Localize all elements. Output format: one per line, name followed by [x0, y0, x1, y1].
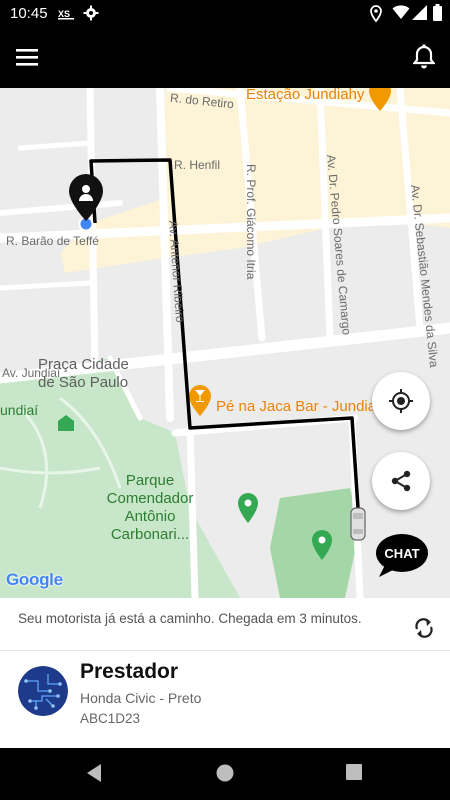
share-icon	[391, 470, 411, 492]
status-time: 10:45	[10, 5, 48, 22]
hamburger-menu-icon[interactable]	[14, 44, 46, 72]
park-label: undiaí	[0, 402, 39, 418]
divider	[0, 650, 450, 651]
street-label: R. Henfil	[174, 158, 221, 172]
app-screen: 10:45 XS R. do Retiro Estação Jundiahy R…	[0, 0, 450, 800]
share-button[interactable]	[372, 452, 430, 510]
car-plate: ABC1D23	[80, 711, 141, 726]
map-background	[0, 88, 450, 598]
park-label-line: Comendador	[106, 490, 194, 507]
recents-square-icon[interactable]	[344, 762, 368, 786]
my-location-button[interactable]	[372, 372, 430, 430]
system-nav-bar	[0, 748, 450, 800]
car-model: Honda Civic - Preto	[80, 690, 202, 706]
crosshair-location-icon	[389, 389, 413, 413]
xs-notification-icon: XS	[58, 7, 76, 25]
place-label: de São Paulo	[38, 374, 129, 391]
svg-text:XS: XS	[58, 9, 70, 19]
map-view[interactable]: R. do Retiro Estação Jundiahy R. Henfil …	[0, 88, 450, 598]
google-logo-text: Google	[6, 570, 63, 589]
place-label: Praça Cidade	[38, 356, 129, 373]
home-circle-icon[interactable]	[214, 762, 238, 786]
app-bar	[0, 28, 450, 88]
bell-icon[interactable]	[410, 42, 438, 72]
park-label-line: Antônio	[124, 508, 176, 525]
driver-name: Prestador	[80, 660, 179, 683]
wifi-icon	[392, 5, 410, 25]
location-icon	[370, 5, 382, 27]
park-label-line: Carbonari...	[110, 526, 190, 543]
street-label: R. Barão de Teffé	[6, 234, 99, 248]
trip-info-panel: Seu motorista já está a caminho. Chegada…	[0, 598, 450, 748]
status-bar: 10:45 XS	[0, 0, 450, 28]
trip-status-message: Seu motorista já está a caminho. Chegada…	[18, 611, 362, 626]
back-triangle-icon[interactable]	[84, 762, 108, 786]
chat-button[interactable]: CHAT	[375, 533, 429, 577]
chat-label: CHAT	[384, 546, 420, 561]
circuit-avatar-icon	[18, 666, 68, 716]
park-label-line: Parque	[125, 472, 175, 489]
google-logo: Google	[6, 570, 63, 590]
refresh-icon[interactable]	[410, 614, 438, 642]
poi-label: Pé na Jaca Bar - Jundiaí	[216, 398, 381, 415]
battery-icon	[433, 4, 442, 26]
gear-icon	[83, 5, 99, 26]
park-label: Parque Comendador Antônio Carbonari...	[100, 472, 200, 544]
poi-label: Estação Jundiahy	[246, 88, 365, 103]
signal-icon	[412, 5, 427, 25]
street-label: R. Prof. Giácomo Itria	[244, 164, 258, 280]
